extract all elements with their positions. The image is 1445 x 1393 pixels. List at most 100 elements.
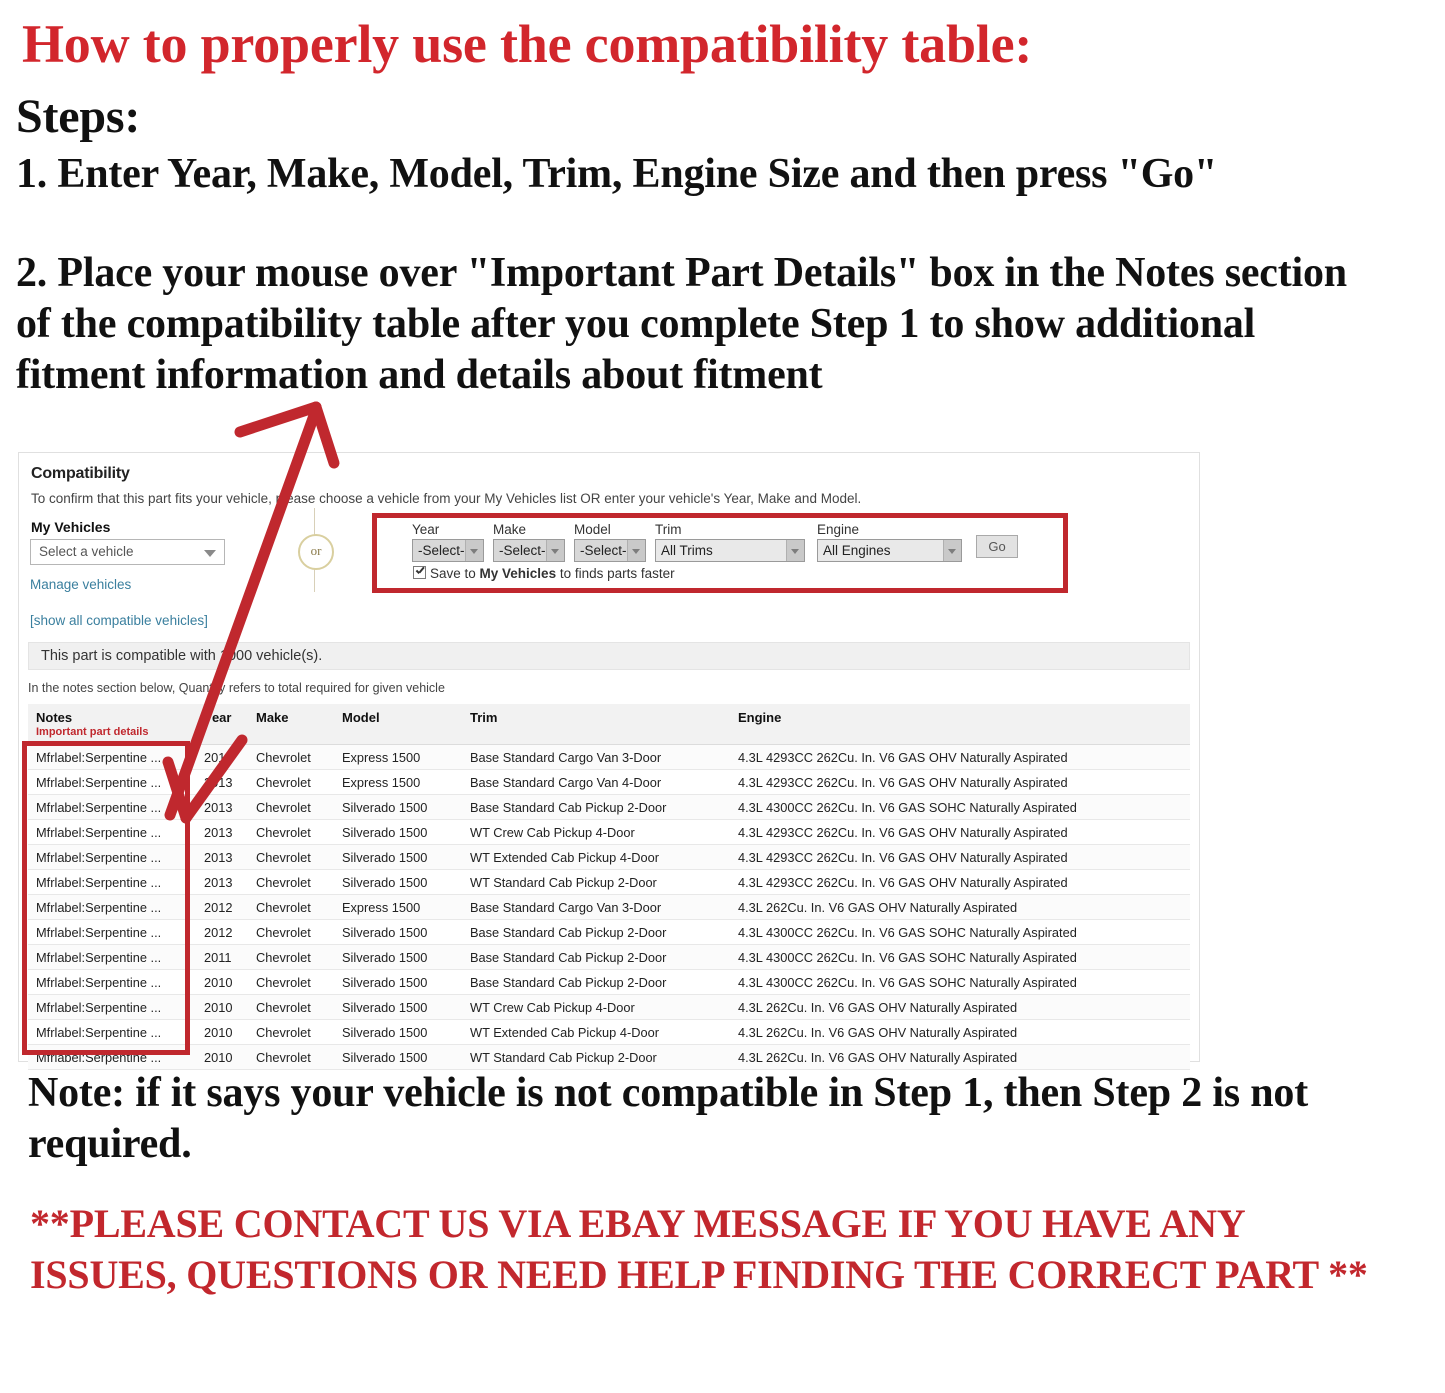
table-row[interactable]: Mfrlabel:Serpentine ... 2013 Chevrolet Silv… <box>28 794 1190 820</box>
year-label: Year <box>412 522 440 537</box>
engine-select[interactable]: All Engines <box>817 539 962 562</box>
cell-model: Silverado 1500 <box>334 819 462 845</box>
year-select-value: -Select- <box>418 543 465 558</box>
engine-field[interactable]: Engine All Engines <box>817 522 962 562</box>
note-text: Note: if it says your vehicle is not com… <box>28 1070 1308 1168</box>
show-all-compatible-vehicles-link[interactable]: [show all compatible vehicles] <box>30 613 208 628</box>
table-row[interactable]: Mfrlabel:Serpentine ... 2010 Chevrolet Silv… <box>28 1019 1190 1045</box>
cell-make: Chevrolet <box>248 769 334 795</box>
header-model[interactable]: Model <box>334 704 462 745</box>
cell-trim: Base Standard Cab Pickup 2-Door <box>462 919 730 945</box>
make-label: Make <box>493 522 527 537</box>
make-select[interactable]: -Select- <box>493 539 565 562</box>
model-select[interactable]: -Select- <box>574 539 646 562</box>
cell-year: 2013 <box>196 794 248 820</box>
or-divider-label: or <box>298 534 334 570</box>
cell-trim: WT Extended Cab Pickup 4-Door <box>462 1019 730 1045</box>
cell-trim: Base Standard Cab Pickup 2-Door <box>462 794 730 820</box>
table-row[interactable]: Mfrlabel:Serpentine ... 2013 Chevrolet Silv… <box>28 844 1190 870</box>
cell-notes: Mfrlabel:Serpentine ... <box>28 1019 196 1045</box>
cell-engine: 4.3L 4300CC 262Cu. In. V6 GAS SOHC Natur… <box>730 944 1190 970</box>
cell-model: Silverado 1500 <box>334 869 462 895</box>
cell-model: Silverado 1500 <box>334 944 462 970</box>
cell-make: Chevrolet <box>248 894 334 920</box>
save-text-post: to finds parts faster <box>556 566 675 581</box>
cell-make: Chevrolet <box>248 1044 334 1070</box>
year-field[interactable]: Year -Select- <box>412 522 484 562</box>
fitment-table: Notes Important part details Year Make M… <box>28 704 1190 1070</box>
cell-notes: Mfrlabel:Serpentine ... <box>28 794 196 820</box>
cell-notes: Mfrlabel:Serpentine ... <box>28 994 196 1020</box>
cell-trim: WT Crew Cab Pickup 4-Door <box>462 994 730 1020</box>
cell-make: Chevrolet <box>248 819 334 845</box>
cell-notes: Mfrlabel:Serpentine ... <box>28 944 196 970</box>
cell-year: 2013 <box>196 819 248 845</box>
chevron-down-icon <box>786 540 804 561</box>
cell-model: Silverado 1500 <box>334 994 462 1020</box>
cell-notes: Mfrlabel:Serpentine ... <box>28 819 196 845</box>
save-text-pre: Save to <box>430 566 480 581</box>
cell-make: Chevrolet <box>248 744 334 770</box>
cell-year: 2010 <box>196 969 248 995</box>
cell-model: Express 1500 <box>334 744 462 770</box>
header-engine[interactable]: Engine <box>730 704 1190 745</box>
header-important-part-details[interactable]: Important part details <box>36 726 188 738</box>
save-to-my-vehicles-row[interactable]: Save to My Vehicles to finds parts faste… <box>413 565 675 581</box>
cell-trim: WT Standard Cab Pickup 2-Door <box>462 869 730 895</box>
header-year[interactable]: Year <box>196 704 248 745</box>
cell-engine: 4.3L 4293CC 262Cu. In. V6 GAS OHV Natura… <box>730 869 1190 895</box>
header-make[interactable]: Make <box>248 704 334 745</box>
table-row[interactable]: Mfrlabel:Serpentine ... 2013 Chevrolet Silv… <box>28 819 1190 845</box>
header-trim[interactable]: Trim <box>462 704 730 745</box>
cell-trim: Base Standard Cargo Van 3-Door <box>462 894 730 920</box>
table-row[interactable]: Mfrlabel:Serpentine ... 2013 Chevrolet Expr… <box>28 769 1190 795</box>
my-vehicles-select[interactable]: Select a vehicle <box>30 539 225 565</box>
make-select-value: -Select- <box>499 543 546 558</box>
trim-select[interactable]: All Trims <box>655 539 805 562</box>
table-row[interactable]: Mfrlabel:Serpentine ... 2011 Chevrolet Silv… <box>28 944 1190 970</box>
save-to-my-vehicles-checkbox[interactable] <box>413 566 426 579</box>
table-row[interactable]: Mfrlabel:Serpentine ... 2013 Chevrolet Expr… <box>28 744 1190 770</box>
cell-model: Silverado 1500 <box>334 969 462 995</box>
cell-model: Express 1500 <box>334 894 462 920</box>
go-button[interactable]: Go <box>976 535 1018 558</box>
cell-make: Chevrolet <box>248 844 334 870</box>
compatible-count-text: This part is compatible with 1000 vehicl… <box>41 648 323 664</box>
cell-engine: 4.3L 262Cu. In. V6 GAS OHV Naturally Asp… <box>730 994 1190 1020</box>
cell-engine: 4.3L 262Cu. In. V6 GAS OHV Naturally Asp… <box>730 1019 1190 1045</box>
cell-year: 2010 <box>196 994 248 1020</box>
cell-engine: 4.3L 262Cu. In. V6 GAS OHV Naturally Asp… <box>730 894 1190 920</box>
chevron-down-icon <box>546 540 564 561</box>
header-notes[interactable]: Notes Important part details <box>28 704 196 745</box>
cell-engine: 4.3L 4300CC 262Cu. In. V6 GAS SOHC Natur… <box>730 919 1190 945</box>
table-row[interactable]: Mfrlabel:Serpentine ... 2010 Chevrolet Silv… <box>28 994 1190 1020</box>
make-field[interactable]: Make -Select- <box>493 522 565 562</box>
engine-label: Engine <box>817 522 860 537</box>
cell-engine: 4.3L 4300CC 262Cu. In. V6 GAS SOHC Natur… <box>730 969 1190 995</box>
trim-field[interactable]: Trim All Trims <box>655 522 805 562</box>
cell-make: Chevrolet <box>248 869 334 895</box>
chevron-down-icon <box>943 540 961 561</box>
model-select-value: -Select- <box>580 543 627 558</box>
cell-make: Chevrolet <box>248 1019 334 1045</box>
step-2-text: 2. Place your mouse over "Important Part… <box>16 250 1347 399</box>
table-row[interactable]: Mfrlabel:Serpentine ... 2010 Chevrolet Silv… <box>28 1044 1190 1070</box>
cell-year: 2010 <box>196 1019 248 1045</box>
table-row[interactable]: Mfrlabel:Serpentine ... 2013 Chevrolet Silv… <box>28 869 1190 895</box>
table-row[interactable]: Mfrlabel:Serpentine ... 2010 Chevrolet Silv… <box>28 969 1190 995</box>
year-select[interactable]: -Select- <box>412 539 484 562</box>
compatibility-heading: Compatibility <box>31 465 130 482</box>
steps-heading: Steps: <box>16 90 141 143</box>
cell-trim: Base Standard Cargo Van 4-Door <box>462 769 730 795</box>
cell-trim: WT Standard Cab Pickup 2-Door <box>462 1044 730 1070</box>
cell-engine: 4.3L 4293CC 262Cu. In. V6 GAS OHV Natura… <box>730 744 1190 770</box>
table-row[interactable]: Mfrlabel:Serpentine ... 2012 Chevrolet Silv… <box>28 919 1190 945</box>
header-notes-label: Notes <box>36 710 73 725</box>
contact-text: **PLEASE CONTACT US VIA EBAY MESSAGE IF … <box>30 1201 1368 1298</box>
table-row[interactable]: Mfrlabel:Serpentine ... 2012 Chevrolet Expr… <box>28 894 1190 920</box>
cell-engine: 4.3L 4300CC 262Cu. In. V6 GAS SOHC Natur… <box>730 794 1190 820</box>
cell-year: 2010 <box>196 1044 248 1070</box>
model-field[interactable]: Model -Select- <box>574 522 646 562</box>
manage-vehicles-link[interactable]: Manage vehicles <box>30 577 131 592</box>
cell-model: Silverado 1500 <box>334 919 462 945</box>
